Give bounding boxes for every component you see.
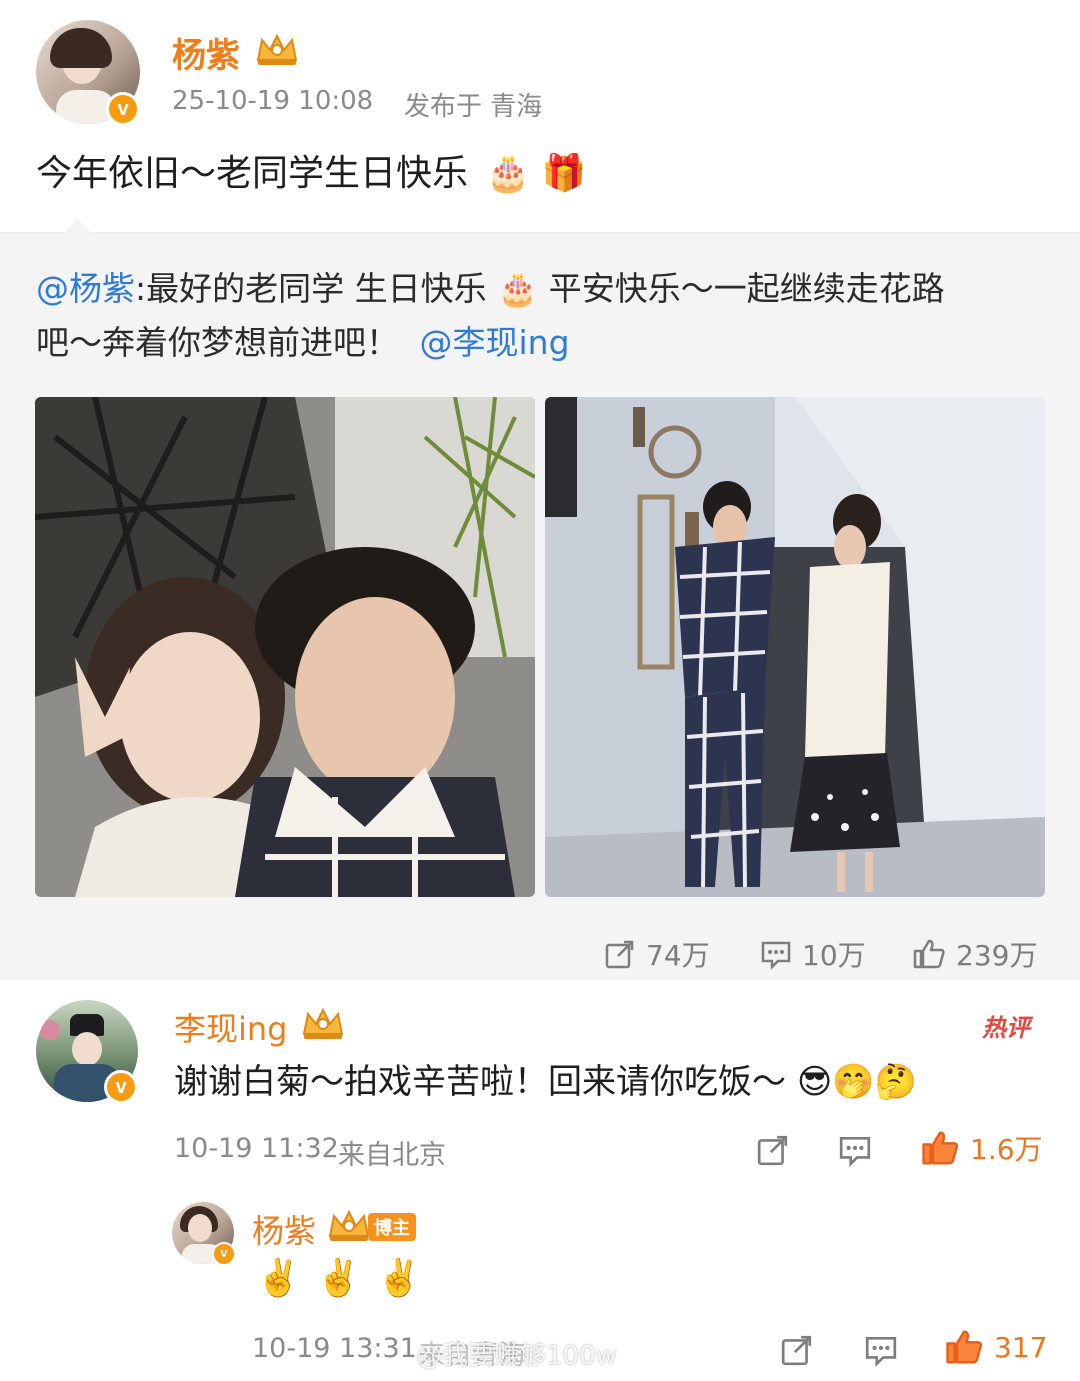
post-text: 今年依旧～老同学生日快乐: [36, 153, 469, 194]
share-icon: [757, 1135, 788, 1166]
repost-author-mention[interactable]: @杨紫: [36, 269, 135, 308]
crown-icon: [328, 1209, 370, 1241]
comment-source: 来自北京: [338, 1140, 446, 1171]
comment-reply-button[interactable]: [838, 1133, 872, 1167]
comment-icon: [761, 941, 791, 970]
thumbs-up-icon: [913, 939, 945, 969]
reply-text: ✌️ ✌️ ✌️: [256, 1258, 424, 1299]
repost-target-mention[interactable]: @李现ing: [420, 323, 570, 362]
comment-text: 谢谢白菊～拍戏辛苦啦！回来请你吃饭～ 😎🤭🤔: [174, 1060, 917, 1104]
reply-icon: [865, 1336, 897, 1367]
repost-icon: [605, 940, 634, 969]
comment-share-button[interactable]: [756, 1133, 790, 1167]
comment-like-button[interactable]: 1.6万: [920, 1128, 1043, 1168]
weibo-post: v 杨紫 25-10-19 10:08 发布于 青海 今年依旧～老同学生日快乐 …: [0, 0, 1080, 980]
post-location: 发布于 青海: [404, 92, 543, 122]
repost-text: @杨紫:最好的老同学 生日快乐 🎂 平安快乐～一起继续走花路 吧～奔着你梦想前进…: [36, 262, 1046, 370]
repost-line2: 吧～奔着你梦想前进吧！: [36, 323, 399, 362]
reply-share-button[interactable]: [780, 1333, 814, 1367]
corridor-photo[interactable]: [545, 397, 1045, 897]
cake-emoji: 🎂: [497, 269, 539, 308]
reply-like-count: 317: [994, 1330, 1048, 1364]
reply-icon: [839, 1136, 871, 1167]
share-icon: [781, 1335, 812, 1366]
selfie-photo[interactable]: [35, 397, 535, 897]
reply-like-button[interactable]: 317: [944, 1328, 1047, 1366]
commenter-verified-icon: v: [104, 1070, 138, 1104]
like-count: 239万: [956, 939, 1038, 972]
crown-icon: [302, 1007, 344, 1039]
reply-verified-icon: v: [212, 1242, 236, 1266]
comment-count: 10万: [802, 939, 866, 972]
comment-action[interactable]: 10万: [760, 934, 866, 974]
thumbs-up-filled-icon: [946, 1330, 983, 1364]
repost-line1: :最好的老同学 生日快乐: [135, 269, 487, 308]
repost-count: 74万: [646, 939, 710, 972]
repost-action[interactable]: 74万: [604, 934, 710, 974]
watermark: @我要赚够100w: [416, 1341, 617, 1371]
commenter-name[interactable]: 李现ing: [174, 1004, 288, 1050]
cake-gift-emoji: 🎂 🎁: [485, 153, 587, 194]
emoji-group: 😎🤭🤔: [796, 1062, 917, 1102]
reply-time: 10-19 13:31: [252, 1333, 417, 1364]
post-timestamp: 25-10-19 10:08: [172, 86, 374, 116]
crown-icon: [256, 33, 298, 65]
author-name[interactable]: 杨紫: [172, 28, 240, 77]
reply-author-name[interactable]: 杨紫: [252, 1206, 316, 1252]
hot-comment-tag: 热评: [982, 1014, 1030, 1042]
repost-line1-cont: 平安快乐～一起继续走花路: [548, 269, 945, 308]
comment-time: 10-19 11:32: [174, 1133, 339, 1164]
comment-body: 谢谢白菊～拍戏辛苦啦！回来请你吃饭～: [174, 1062, 786, 1102]
like-action[interactable]: 239万: [912, 934, 1037, 974]
thumbs-up-filled-icon: [922, 1131, 959, 1165]
reply-reply-button[interactable]: [864, 1333, 898, 1367]
owner-badge: 博主: [368, 1213, 416, 1241]
comment-like-count: 1.6万: [970, 1133, 1043, 1166]
post-body: 今年依旧～老同学生日快乐 🎂 🎁: [36, 150, 587, 198]
verified-badge-icon: v: [106, 92, 140, 126]
repost-notch: [64, 219, 92, 233]
